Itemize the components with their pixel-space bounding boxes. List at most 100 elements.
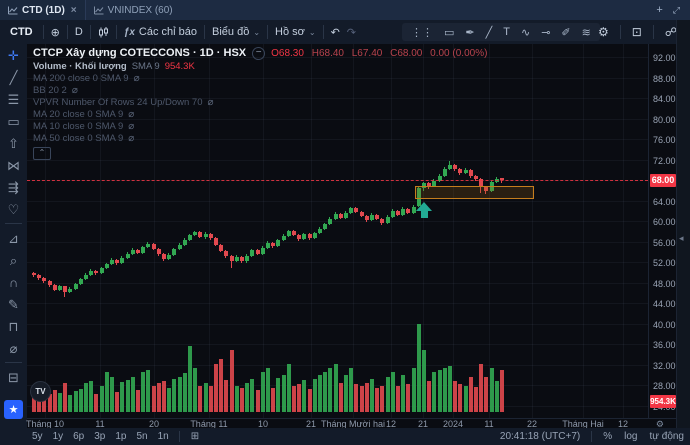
candle-body[interactable] xyxy=(130,249,135,254)
candle-body[interactable] xyxy=(390,210,395,217)
candle-body[interactable] xyxy=(401,208,406,215)
candle-body[interactable] xyxy=(229,256,234,261)
candle-body[interactable] xyxy=(245,255,250,262)
candle-body[interactable] xyxy=(255,250,260,254)
redo-button[interactable]: ↷ xyxy=(347,20,363,44)
rectangle-tool-icon[interactable]: ▭ xyxy=(439,26,459,39)
candle-body[interactable] xyxy=(302,234,307,240)
candle-body[interactable] xyxy=(156,248,161,255)
undo-button[interactable]: ↶ xyxy=(324,20,347,44)
candle-body[interactable] xyxy=(312,233,317,239)
candle-body[interactable] xyxy=(292,231,296,235)
candle-body[interactable] xyxy=(344,212,348,218)
rectangle-drawing[interactable] xyxy=(414,185,534,199)
settings-gear-icon[interactable]: ⚙ xyxy=(591,20,616,44)
candle-body[interactable] xyxy=(42,278,47,282)
fib-retracement-icon[interactable]: ☰ xyxy=(3,89,24,110)
clock-label[interactable]: 20:41:18 (UTC+7) xyxy=(494,431,586,442)
candle-body[interactable] xyxy=(333,213,338,219)
candle-body[interactable] xyxy=(349,208,354,213)
interval-button[interactable]: D xyxy=(68,20,90,44)
polyline-tool-icon[interactable]: ∿ xyxy=(516,26,535,39)
candle-body[interactable] xyxy=(141,247,146,253)
candle-body[interactable] xyxy=(442,168,447,176)
percent-scale-button[interactable]: % xyxy=(597,431,618,442)
candle-body[interactable] xyxy=(115,259,120,263)
volume-legend-row[interactable]: Volume · Khối lượng SMA 9 954.3K xyxy=(33,60,487,72)
eye-off-icon[interactable]: ⌀ xyxy=(128,109,134,120)
candle-body[interactable] xyxy=(286,231,291,236)
range-button-1p[interactable]: 1p xyxy=(110,431,131,442)
indicator-row[interactable]: MA 20 close 0 SMA 9 ⌀ xyxy=(33,108,487,120)
candle-body[interactable] xyxy=(364,215,369,220)
brush-tool-icon[interactable]: ✐ xyxy=(556,26,575,39)
candle-body[interactable] xyxy=(458,168,463,173)
emoji-icon[interactable]: ♡ xyxy=(3,199,24,220)
candle-body[interactable] xyxy=(172,249,177,255)
candle-body[interactable] xyxy=(162,254,166,259)
candle-body[interactable] xyxy=(125,253,130,258)
range-button-1n[interactable]: 1n xyxy=(153,431,174,442)
log-scale-button[interactable]: log xyxy=(618,431,643,442)
candle-body[interactable] xyxy=(146,243,151,248)
eye-off-icon[interactable]: ⌀ xyxy=(128,133,134,144)
eye-off-icon[interactable]: ⌀ xyxy=(134,73,140,84)
candle-body[interactable] xyxy=(151,243,156,249)
tv-logo[interactable]: TV xyxy=(30,381,51,402)
candle-body[interactable] xyxy=(307,234,312,239)
lock-all-icon[interactable]: ⊓ xyxy=(3,316,24,337)
indicators-button[interactable]: ƒx Các chỉ báo xyxy=(117,20,204,44)
profile-menu-button[interactable]: Hồ sơ ⌄ xyxy=(268,20,323,44)
chart-style-button[interactable] xyxy=(91,20,116,44)
candle-body[interactable] xyxy=(318,228,322,234)
candle-body[interactable] xyxy=(354,208,359,212)
candle-body[interactable] xyxy=(58,286,62,290)
shapes-icon[interactable]: ▭ xyxy=(3,111,24,132)
candle-body[interactable] xyxy=(52,285,57,290)
candle-body[interactable] xyxy=(136,249,140,253)
candle-body[interactable] xyxy=(198,232,203,237)
candle-body[interactable] xyxy=(73,283,78,289)
candle-body[interactable] xyxy=(240,256,244,262)
xabcd-pattern-icon[interactable]: ⋈ xyxy=(3,155,24,176)
indicator-row[interactable]: MA 10 close 0 SMA 9 ⌀ xyxy=(33,120,487,132)
fullscreen-icon[interactable]: ⊡ xyxy=(625,20,649,44)
drag-handle-icon[interactable]: ⋮⋮ xyxy=(406,26,438,39)
candle-body[interactable] xyxy=(380,218,385,224)
candle-body[interactable] xyxy=(453,164,458,169)
arrow-marker-icon[interactable]: ⇧ xyxy=(3,133,24,154)
range-button-1y[interactable]: 1y xyxy=(48,431,69,442)
candle-body[interactable] xyxy=(385,216,390,224)
goto-date-icon[interactable]: ⊞ xyxy=(185,431,205,442)
text-tool-icon[interactable]: T xyxy=(498,26,515,38)
crosshair-icon[interactable]: ✛ xyxy=(3,45,24,66)
candle-body[interactable] xyxy=(281,235,286,241)
tab-vnindex[interactable]: VNINDEX (60) xyxy=(86,0,181,20)
candle-body[interactable] xyxy=(208,233,213,239)
marker-tool-icon[interactable]: ✒ xyxy=(460,26,479,39)
chart-menu-button[interactable]: Biểu đồ ⌄ xyxy=(205,20,267,44)
candle-body[interactable] xyxy=(396,210,400,215)
candle-body[interactable] xyxy=(188,235,192,240)
candle-body[interactable] xyxy=(89,270,94,275)
candle-body[interactable] xyxy=(177,244,182,250)
candle-body[interactable] xyxy=(260,247,265,254)
zoom-in-icon[interactable]: ⌕ xyxy=(3,250,24,271)
range-button-5y[interactable]: 5y xyxy=(27,431,48,442)
trendline-tool-icon[interactable]: ╱ xyxy=(481,26,498,39)
candle-body[interactable] xyxy=(448,164,452,169)
range-button-3p[interactable]: 3p xyxy=(89,431,110,442)
candle-body[interactable] xyxy=(32,273,36,276)
ruler-icon[interactable]: ⊿ xyxy=(3,228,24,249)
chart-plot-area[interactable]: CTCP Xây dựng COTECCONS · 1D · HSX − O68… xyxy=(27,44,648,418)
hide-all-icon[interactable]: ⌀ xyxy=(3,338,24,359)
eye-off-icon[interactable]: ⌀ xyxy=(207,97,213,108)
candle-body[interactable] xyxy=(271,242,276,247)
indicator-row[interactable]: VPVR Number Of Rows 24 Up/Down 70 ⌀ xyxy=(33,96,487,108)
candle-body[interactable] xyxy=(219,244,224,251)
range-button-5n[interactable]: 5n xyxy=(132,431,153,442)
legend-collapse-button[interactable]: ⌃ xyxy=(33,147,51,160)
candle-body[interactable] xyxy=(328,218,333,225)
eye-off-icon[interactable]: ⌀ xyxy=(72,85,78,96)
symbol-search-button[interactable]: CTD xyxy=(0,20,43,44)
